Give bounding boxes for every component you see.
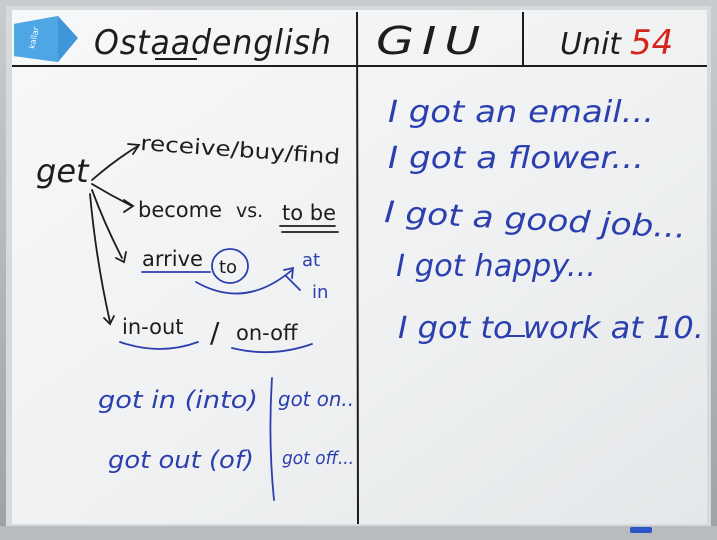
meaning-to-be: to be — [282, 201, 336, 225]
phrase-got-off: got off... — [282, 448, 354, 469]
brand-title: Ostaadenglish — [94, 23, 332, 63]
phrase-got-in: got in (into) — [98, 386, 258, 414]
phrase-got-on: got on.. — [278, 387, 354, 411]
prep-to: to — [219, 257, 237, 278]
meaning-become: become — [138, 198, 222, 222]
sentence-5: I got to work at 10. — [398, 311, 704, 346]
unit-label: Unit — [560, 27, 622, 62]
marker-tray — [0, 526, 717, 540]
prep-in: in — [312, 282, 328, 303]
meaning-in-out: in-out — [122, 315, 184, 339]
course-title: GIU — [376, 19, 488, 63]
prep-at: at — [302, 250, 320, 271]
sentence-4: I got happy... — [396, 249, 596, 284]
root-word: get — [36, 152, 90, 190]
marker-cap — [630, 527, 652, 533]
meaning-arrive: arrive — [142, 247, 203, 271]
phrase-got-out: got out (of) — [108, 446, 254, 474]
unit-number: 54 — [630, 23, 673, 63]
whiteboard: kallar Ostaadenglish GIU Unit 54 get rec… — [0, 0, 717, 540]
sentence-1: I got an email... — [388, 95, 654, 130]
meaning-vs: vs. — [236, 200, 263, 222]
sentence-2: I got a flower... — [388, 141, 644, 176]
meaning-on-off: on-off — [236, 321, 298, 345]
meaning-slash: / — [210, 316, 220, 349]
